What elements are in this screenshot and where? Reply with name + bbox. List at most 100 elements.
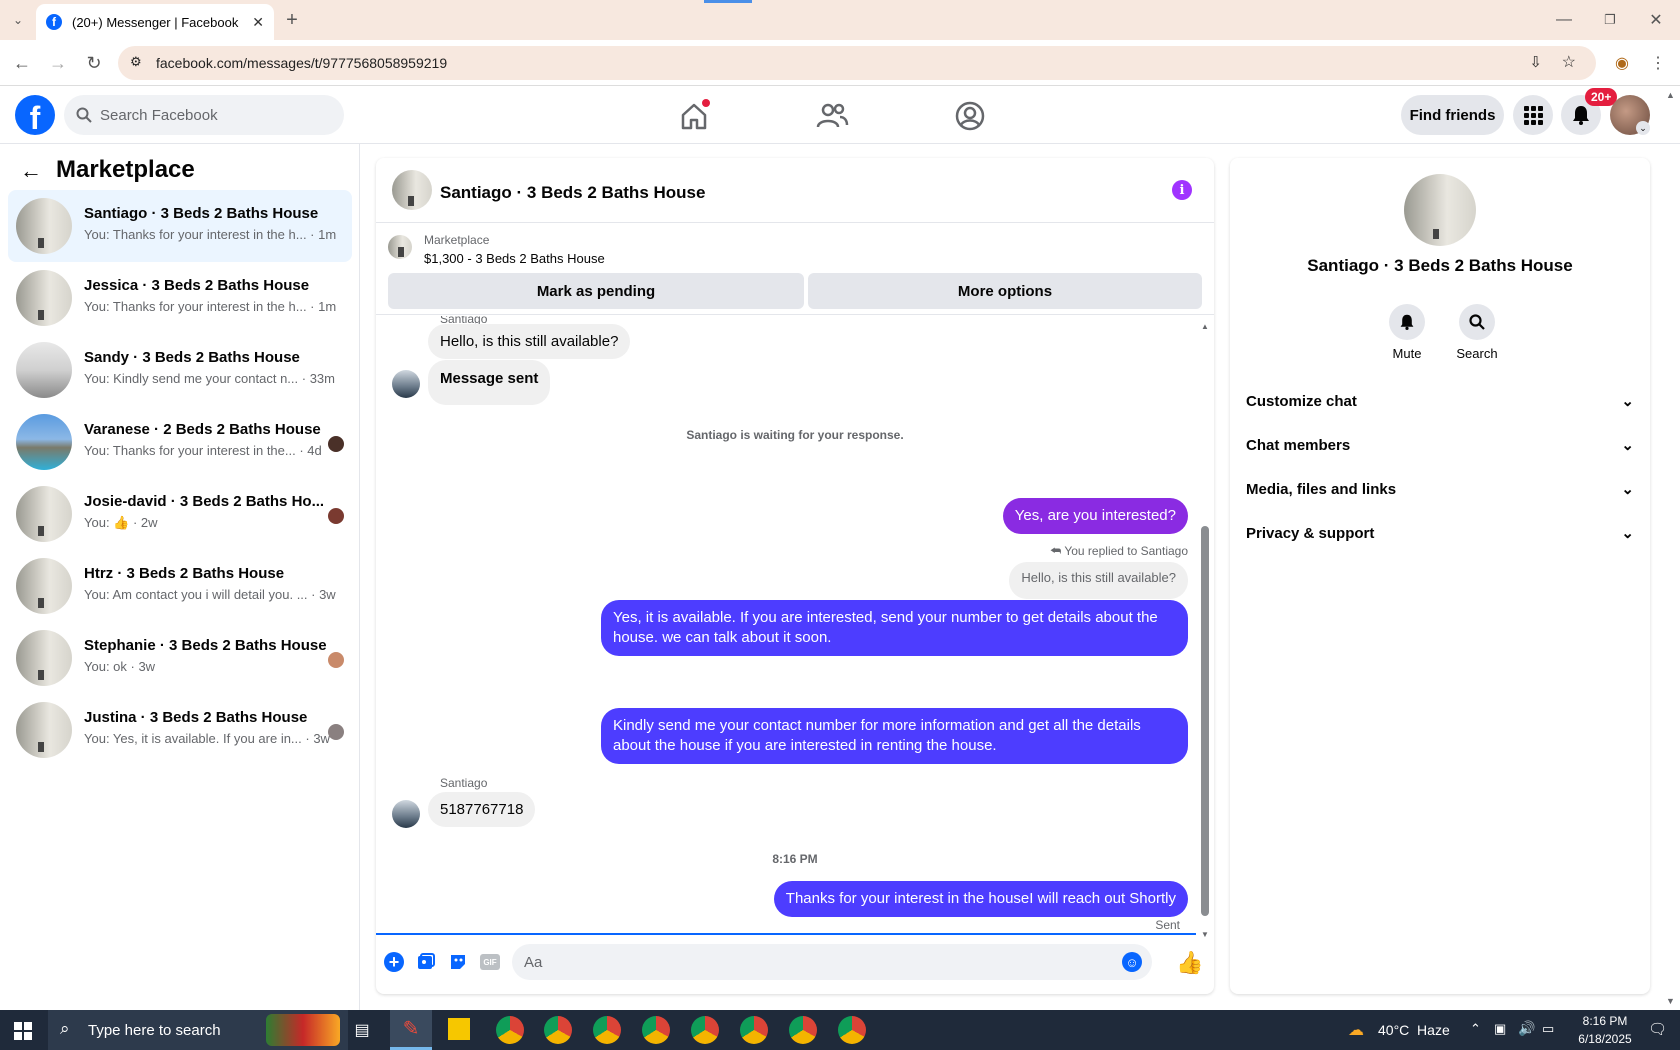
- chat-members-section[interactable]: Chat members ⌄: [1246, 425, 1634, 465]
- minimize-icon[interactable]: —: [1550, 6, 1578, 34]
- sticker-icon[interactable]: [448, 952, 468, 972]
- chrome-icon[interactable]: [740, 1016, 768, 1044]
- notification-center-icon[interactable]: 🗨: [1648, 1020, 1667, 1038]
- info-icon[interactable]: i: [1172, 180, 1192, 200]
- find-friends-button[interactable]: Find friends: [1401, 95, 1504, 135]
- listing-title[interactable]: $1,300 - 3 Beds 2 Baths House: [424, 251, 605, 266]
- menu-grid-icon[interactable]: [1513, 95, 1553, 135]
- back-arrow-icon[interactable]: ←: [20, 158, 42, 184]
- meet-now-icon[interactable]: ▣: [1494, 1021, 1506, 1037]
- message-bubble[interactable]: Thanks for your interest in the houseI w…: [773, 881, 1188, 917]
- facebook-logo-icon[interactable]: f: [15, 95, 55, 135]
- account-chevron-icon[interactable]: ⌄: [1636, 121, 1650, 135]
- forward-icon[interactable]: →: [44, 49, 72, 77]
- photo-icon[interactable]: [416, 952, 436, 972]
- bookmark-star-icon[interactable]: ☆: [1562, 52, 1576, 72]
- menu-kebab-icon[interactable]: ⋮: [1644, 49, 1672, 77]
- address-bar[interactable]: ⚙ facebook.com/messages/t/97775680589592…: [118, 46, 1596, 80]
- chrome-icon[interactable]: [838, 1016, 866, 1044]
- scrollbar[interactable]: ▲ ▼: [1200, 322, 1210, 939]
- sticky-notes-icon[interactable]: [448, 1018, 470, 1040]
- scroll-up-icon[interactable]: ▲: [1201, 322, 1209, 331]
- message-bubble[interactable]: Hello, is this still available?: [428, 324, 631, 359]
- page-scroll-down-icon[interactable]: ▼: [1666, 996, 1675, 1006]
- conversation-item[interactable]: Stephanie · 3 Beds 2 Baths House You: ok…: [8, 622, 352, 694]
- mark-pending-button[interactable]: Mark as pending: [388, 273, 804, 309]
- conversation-item[interactable]: Justina · 3 Beds 2 Baths House You: Yes,…: [8, 694, 352, 766]
- replied-label: ⮪ You replied to Santiago: [1050, 544, 1188, 559]
- message-bubble[interactable]: Yes, are you interested?: [1002, 498, 1188, 534]
- privacy-support-section[interactable]: Privacy & support ⌄: [1246, 513, 1634, 553]
- add-more-icon[interactable]: +: [384, 952, 404, 972]
- clock-date[interactable]: 6/18/2025: [1570, 1032, 1640, 1046]
- conversation-item[interactable]: Htrz · 3 Beds 2 Baths House You: Am cont…: [8, 550, 352, 622]
- message-bubble[interactable]: Kindly send me your contact number for m…: [601, 708, 1188, 764]
- site-info-icon[interactable]: ⚙: [130, 54, 142, 70]
- taskbar-search-input[interactable]: ⌕ Type here to search: [48, 1010, 348, 1050]
- chrome-icon[interactable]: [691, 1016, 719, 1044]
- customize-chat-section[interactable]: Customize chat ⌄: [1246, 381, 1634, 421]
- page-scroll-up-icon[interactable]: ▲: [1666, 90, 1675, 100]
- friends-icon[interactable]: [814, 98, 850, 134]
- new-tab-icon[interactable]: +: [278, 6, 306, 34]
- tray-chevron-icon[interactable]: ⌃: [1470, 1021, 1481, 1037]
- message-input[interactable]: Aa ☺: [512, 944, 1152, 980]
- install-app-icon[interactable]: ⇩: [1529, 53, 1542, 71]
- back-icon[interactable]: ←: [8, 49, 36, 77]
- taskbar-app-active[interactable]: ✎: [390, 1010, 432, 1050]
- volume-icon[interactable]: 🔊: [1518, 1020, 1535, 1037]
- conversation-item[interactable]: Jessica · 3 Beds 2 Baths House You: Than…: [8, 262, 352, 334]
- conversation-item[interactable]: Sandy · 3 Beds 2 Baths House You: Kindly…: [8, 334, 352, 406]
- home-icon[interactable]: [676, 98, 712, 134]
- search-in-chat-button[interactable]: Search: [1452, 304, 1502, 361]
- quoted-message[interactable]: Hello, is this still available?: [1009, 562, 1188, 599]
- browser-tab[interactable]: f (20+) Messenger | Facebook ✕: [36, 4, 274, 40]
- tab-close-icon[interactable]: ✕: [252, 14, 264, 31]
- chrome-icon[interactable]: [593, 1016, 621, 1044]
- conversation-item[interactable]: Santiago · 3 Beds 2 Baths House You: Tha…: [8, 190, 352, 262]
- chrome-icon[interactable]: [789, 1016, 817, 1044]
- composer: + GIF Aa ☺ 👍: [376, 936, 1214, 994]
- chat-avatar[interactable]: [392, 170, 432, 210]
- waiting-notice: Santiago is waiting for your response.: [686, 428, 904, 442]
- more-options-button[interactable]: More options: [808, 273, 1202, 309]
- listing-thumbnail[interactable]: [388, 235, 412, 259]
- gif-icon[interactable]: GIF: [480, 954, 500, 970]
- sender-avatar[interactable]: [392, 370, 420, 398]
- chrome-icon[interactable]: [642, 1016, 670, 1044]
- buyer-avatar: [328, 508, 344, 524]
- clock-time[interactable]: 8:16 PM: [1570, 1014, 1640, 1028]
- reload-icon[interactable]: ↻: [80, 49, 108, 77]
- marketplace-conversation-list: ← Marketplace Santiago · 3 Beds 2 Baths …: [0, 144, 360, 1010]
- media-files-links-section[interactable]: Media, files and links ⌄: [1246, 469, 1634, 509]
- bell-icon: [1389, 304, 1425, 340]
- scroll-thumb[interactable]: [1201, 526, 1209, 916]
- mute-button[interactable]: Mute: [1382, 304, 1432, 361]
- windows-start-icon[interactable]: [14, 1022, 32, 1040]
- sender-avatar[interactable]: [392, 800, 420, 828]
- chrome-icon[interactable]: [544, 1016, 572, 1044]
- chrome-icon[interactable]: [496, 1016, 524, 1044]
- chat-title[interactable]: Santiago · 3 Beds 2 Baths House: [440, 183, 705, 203]
- message-bubble[interactable]: Message sent: [428, 360, 551, 405]
- url-text: facebook.com/messages/t/9777568058959219: [156, 55, 448, 71]
- emoji-icon[interactable]: ☺: [1122, 952, 1142, 972]
- weather-icon[interactable]: ☁: [1348, 1020, 1364, 1040]
- message-bubble[interactable]: 5187767718: [428, 792, 536, 827]
- chat-info-avatar[interactable]: [1404, 174, 1476, 246]
- search-label: Search: [1456, 346, 1498, 361]
- search-input[interactable]: Search Facebook: [64, 95, 344, 135]
- conversation-item[interactable]: Varanese · 2 Beds 2 Baths House You: Tha…: [8, 406, 352, 478]
- like-thumb-icon[interactable]: 👍: [1176, 950, 1203, 976]
- tab-search-icon[interactable]: ⌄: [4, 6, 32, 34]
- profile-icon[interactable]: ◉: [1608, 49, 1636, 77]
- close-window-icon[interactable]: ✕: [1642, 6, 1670, 34]
- weather-text[interactable]: 40°C Haze: [1378, 1022, 1450, 1038]
- buyer-avatar: [328, 436, 344, 452]
- restore-icon[interactable]: ❐: [1596, 6, 1624, 34]
- conversation-item[interactable]: Josie-david · 3 Beds 2 Baths Ho... You: …: [8, 478, 352, 550]
- task-view-icon[interactable]: ▤: [350, 1018, 374, 1042]
- message-bubble[interactable]: Yes, it is available. If you are interes…: [601, 600, 1188, 656]
- profile-nav-icon[interactable]: [952, 98, 988, 134]
- network-icon[interactable]: ▭: [1542, 1021, 1554, 1037]
